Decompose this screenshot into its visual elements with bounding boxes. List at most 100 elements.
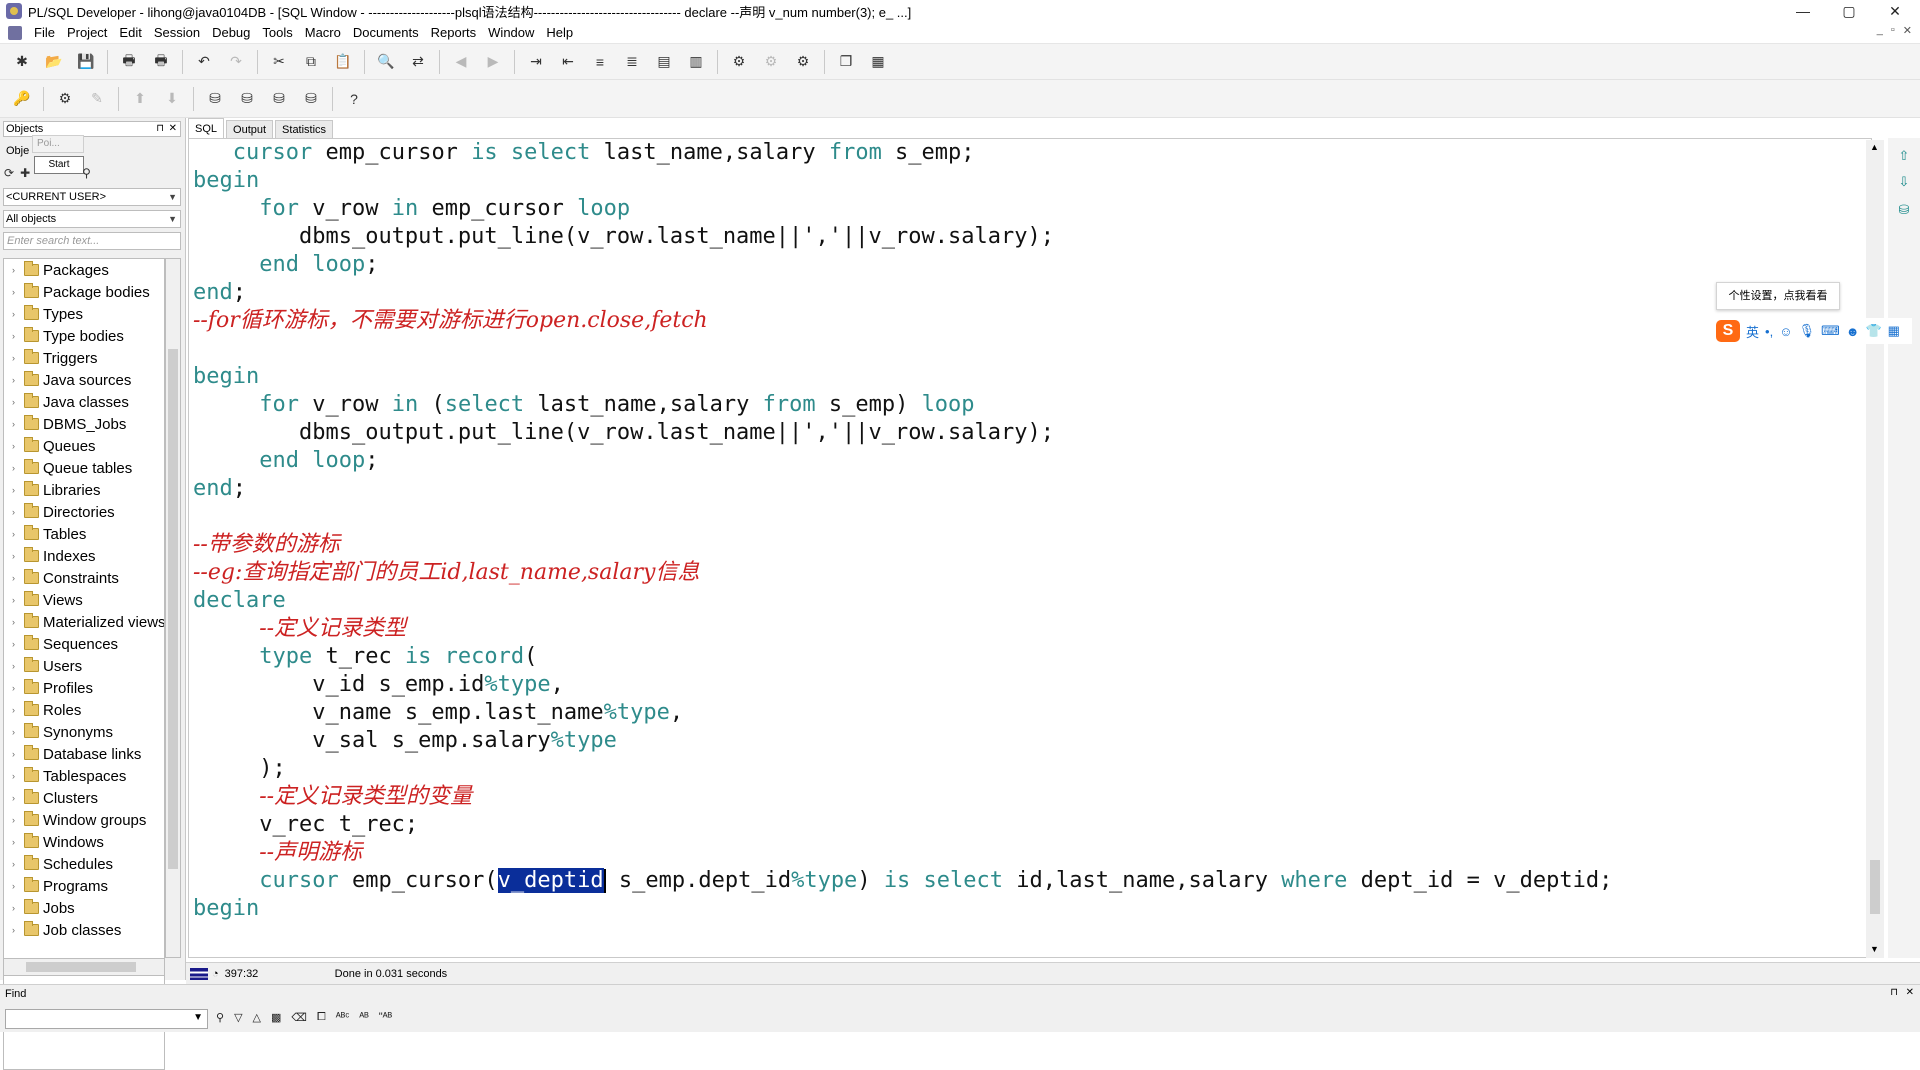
expand-icon[interactable]: › <box>12 353 20 363</box>
replace-icon[interactable]: ⇄ <box>407 51 429 73</box>
tab-output[interactable]: Output <box>226 120 274 138</box>
tree-node[interactable]: › Tables <box>4 523 86 545</box>
scroll-up-icon[interactable]: ▲ <box>1870 142 1879 152</box>
tree-node[interactable]: › Users <box>4 655 82 677</box>
tree-node[interactable]: › Programs <box>4 875 108 897</box>
object-filter-select[interactable]: All objects ▼ <box>3 210 181 228</box>
find-pin-icon[interactable]: ⊓ <box>1890 987 1898 998</box>
tree-node[interactable]: › Materialized views <box>4 611 164 633</box>
tree-node[interactable]: › Triggers <box>4 347 97 369</box>
execute-icon[interactable]: ⚙ <box>54 88 76 110</box>
save-icon[interactable]: 💾 <box>75 51 97 73</box>
code-line[interactable]: --定义记录类型的变量 <box>193 783 472 811</box>
tile-icon[interactable]: ▦ <box>867 51 889 73</box>
expand-icon[interactable]: › <box>12 507 20 517</box>
tree-node[interactable]: › Profiles <box>4 677 93 699</box>
expand-icon[interactable]: › <box>12 551 20 561</box>
code-line[interactable]: dbms_output.put_line(v_row.last_name||',… <box>193 223 1054 251</box>
tree-node[interactable]: › Windows <box>4 831 104 853</box>
objects-subtab[interactable]: Obje <box>3 142 32 160</box>
code-line[interactable]: --for循环游标，不需要对游标进行open.close,fetch <box>193 307 708 335</box>
expand-icon[interactable]: › <box>12 793 20 803</box>
code-line[interactable]: --声明游标 <box>193 839 362 867</box>
find-binoculars-icon[interactable]: ⚲ <box>216 1011 224 1024</box>
toolbox-icon[interactable]: ▦ <box>1888 323 1900 339</box>
find-previous-icon[interactable]: △ <box>253 1011 261 1024</box>
redo-icon[interactable]: ↷ <box>225 51 247 73</box>
expand-icon[interactable]: › <box>12 529 20 539</box>
code-line[interactable]: end loop; <box>193 251 378 279</box>
tree-node[interactable]: › Clusters <box>4 787 98 809</box>
undo-icon[interactable]: ↶ <box>193 51 215 73</box>
tree-node[interactable]: › Directories <box>4 501 115 523</box>
tree-node[interactable]: › Queues <box>4 435 96 457</box>
tree-node[interactable]: › Queue tables <box>4 457 132 479</box>
code-line[interactable]: ); <box>193 755 286 783</box>
expand-icon[interactable]: › <box>12 705 20 715</box>
cut-icon[interactable]: ✂ <box>268 51 290 73</box>
emoji-icon[interactable]: ☺ <box>1779 324 1792 339</box>
menu-macro[interactable]: Macro <box>299 25 347 40</box>
whole-word-icon[interactable]: ᴬᴮᶜ <box>336 1011 349 1024</box>
code-line[interactable]: v_name s_emp.last_name%type, <box>193 699 683 727</box>
print-preview-icon[interactable]: 🖶 <box>150 51 172 73</box>
highlight-icon[interactable]: ▩ <box>271 1011 281 1024</box>
menu-edit[interactable]: Edit <box>113 25 147 40</box>
code-line[interactable]: declare <box>193 587 286 615</box>
punctuation-icon[interactable]: •, <box>1765 324 1773 339</box>
code-line[interactable]: v_rec t_rec; <box>193 811 418 839</box>
menu-documents[interactable]: Documents <box>347 25 425 40</box>
code-line[interactable]: --eg:查询指定部门的员工id,last_name,salary信息 <box>193 559 699 587</box>
code-line[interactable]: dbms_output.put_line(v_row.last_name||',… <box>193 419 1054 447</box>
menu-debug[interactable]: Debug <box>206 25 256 40</box>
import-icon[interactable]: ⛁ <box>300 88 322 110</box>
tree-node[interactable]: › Java sources <box>4 369 131 391</box>
microphone-icon[interactable]: 🎙 <box>1798 323 1815 339</box>
expand-icon[interactable]: › <box>12 639 20 649</box>
refresh-icon[interactable]: ⟳ <box>4 166 14 184</box>
database-icon[interactable]: ⛁ <box>1896 202 1912 218</box>
tree-node[interactable]: › Jobs <box>4 897 75 919</box>
key-icon[interactable]: 🔑 <box>11 88 33 110</box>
mdi-close-button[interactable]: ✕ <box>1903 24 1912 37</box>
tree-node[interactable]: › Indexes <box>4 545 96 567</box>
code-line[interactable]: type t_rec is record( <box>193 643 537 671</box>
eraser-icon[interactable]: ⌫ <box>291 1011 307 1024</box>
arrow-down-icon[interactable]: ⇩ <box>1896 174 1912 190</box>
tree-node[interactable]: › Package bodies <box>4 281 150 303</box>
code-line[interactable]: for v_row in emp_cursor loop <box>193 195 630 223</box>
menu-help[interactable]: Help <box>540 25 579 40</box>
break-icon[interactable]: ✎ <box>86 88 108 110</box>
code-line[interactable]: end; <box>193 475 246 503</box>
code-line[interactable]: v_sal s_emp.salary%type <box>193 727 617 755</box>
mdi-restore-button[interactable]: ▫ <box>1891 24 1895 37</box>
code-line[interactable]: end; <box>193 279 246 307</box>
tree-node[interactable]: › Java classes <box>4 391 129 413</box>
menu-session[interactable]: Session <box>148 25 206 40</box>
find-close-icon[interactable]: ✕ <box>1906 987 1914 998</box>
pin-icon[interactable]: ⊓ <box>156 122 164 136</box>
close-button[interactable]: ✕ <box>1872 0 1918 22</box>
user-select[interactable]: <CURRENT USER> ▼ <box>3 188 181 206</box>
code-line[interactable]: begin <box>193 895 259 923</box>
tree-node[interactable]: › Constraints <box>4 567 119 589</box>
code-line[interactable]: cursor emp_cursor is select last_name,sa… <box>193 139 975 167</box>
query-builder-icon[interactable]: ⚙ <box>728 51 750 73</box>
lowercase-icon[interactable]: ≣ <box>621 51 643 73</box>
expand-icon[interactable]: › <box>12 661 20 671</box>
code-line[interactable]: end loop; <box>193 447 378 475</box>
menu-project[interactable]: Project <box>61 25 113 40</box>
print-icon[interactable]: 🖶 <box>118 51 140 73</box>
tree-node[interactable]: › Sequences <box>4 633 118 655</box>
expand-icon[interactable]: › <box>12 463 20 473</box>
filter-icon[interactable]: ⚲ <box>82 166 91 184</box>
uncomment-icon[interactable]: ▥ <box>685 51 707 73</box>
expand-icon[interactable]: › <box>12 287 20 297</box>
tree-node[interactable]: › Database links <box>4 743 141 765</box>
expand-icon[interactable]: › <box>12 771 20 781</box>
database-icon[interactable]: ⛁ <box>236 88 258 110</box>
expand-icon[interactable]: › <box>12 419 20 429</box>
tree-node[interactable]: › Roles <box>4 699 81 721</box>
expand-icon[interactable]: › <box>12 595 20 605</box>
tree-vertical-scrollbar[interactable] <box>165 258 181 958</box>
